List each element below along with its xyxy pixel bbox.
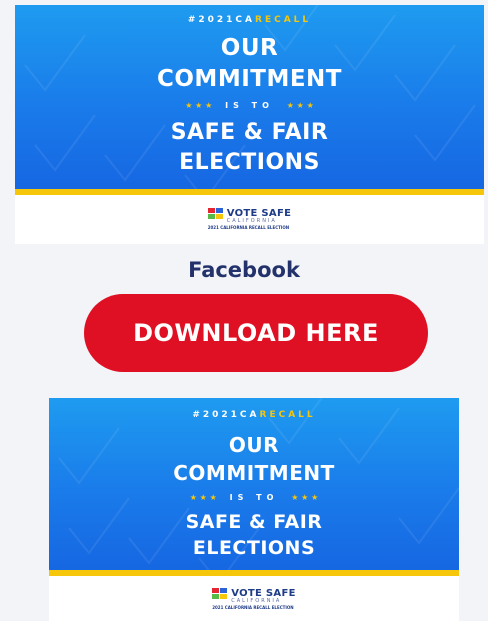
logo-subtitle: 2021 CALIFORNIA RECALL ELECTION xyxy=(212,605,294,610)
headline-commitment: COMMITMENT xyxy=(157,66,342,92)
hashtag-text: #2021CARECALL xyxy=(187,15,312,25)
recall-banner-image-bottom: #2021CARECALL OUR COMMITMENT ★ ★ ★ IS TO… xyxy=(49,398,459,621)
vote-safe-logo: VOTE SAFE CALIFORNIA 2021 CALIFORNIA REC… xyxy=(49,588,459,610)
headline-commitment: COMMITMENT xyxy=(173,461,335,485)
is-to-text: IS TO xyxy=(229,493,279,502)
is-to-text: IS TO xyxy=(225,101,274,110)
is-to-row: ★ ★ ★ IS TO ★ ★ ★ xyxy=(15,101,484,110)
yellow-divider xyxy=(49,570,459,576)
logo-subtitle: 2021 CALIFORNIA RECALL ELECTION xyxy=(207,225,290,230)
headline-our: OUR xyxy=(220,35,279,61)
headline-elections: ELECTIONS xyxy=(192,537,316,559)
logo-state: CALIFORNIA xyxy=(231,598,282,604)
stars-right: ★ ★ ★ xyxy=(286,101,314,110)
banner-graphic: #2021CARECALL OUR COMMITMENT ★ ★ ★ IS TO… xyxy=(15,5,484,189)
headline-our: OUR xyxy=(228,433,280,457)
banner-graphic: #2021CARECALL OUR COMMITMENT ★ ★ ★ IS TO… xyxy=(49,398,459,570)
headline-safe-fair: SAFE & FAIR xyxy=(185,511,323,533)
vote-safe-logo: VOTE SAFE CALIFORNIA 2021 CALIFORNIA REC… xyxy=(15,208,484,230)
recall-banner-image-top: #2021CARECALL OUR COMMITMENT ★ ★ ★ IS TO… xyxy=(15,5,484,244)
hashtag-text: #2021CARECALL xyxy=(192,410,316,420)
download-button[interactable]: DOWNLOAD HERE xyxy=(84,294,428,372)
headline-elections: ELECTIONS xyxy=(179,150,320,175)
stars-left: ★ ★ ★ xyxy=(185,101,213,110)
stars-left: ★ ★ ★ xyxy=(189,493,217,502)
yellow-divider xyxy=(15,189,484,195)
logo-state: CALIFORNIA xyxy=(226,218,277,224)
is-to-row: ★ ★ ★ IS TO ★ ★ ★ xyxy=(49,493,459,502)
logo-squares-icon xyxy=(207,208,223,219)
stars-right: ★ ★ ★ xyxy=(291,493,319,502)
headline-safe-fair: SAFE & FAIR xyxy=(170,120,329,145)
platform-label: Facebook xyxy=(188,258,300,282)
logo-squares-icon xyxy=(212,588,228,599)
